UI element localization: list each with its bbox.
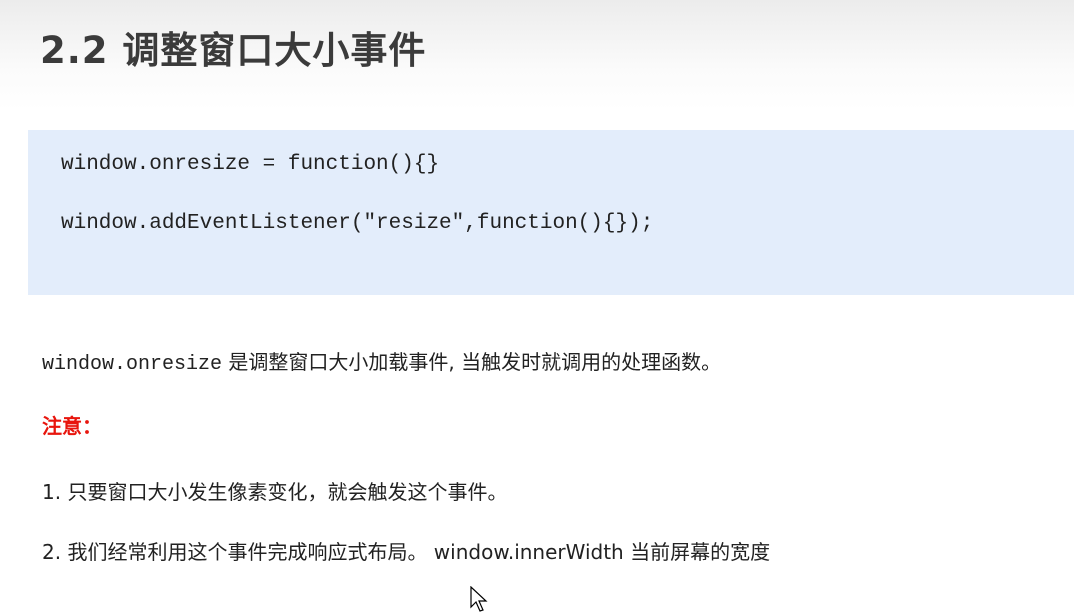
mouse-cursor-icon bbox=[470, 586, 488, 612]
code-block: window.onresize = function(){} window.ad… bbox=[28, 130, 1074, 295]
note-item: 2. 我们经常利用这个事件完成响应式布局。 window.innerWidth … bbox=[42, 540, 771, 564]
note-label: 注意： bbox=[42, 414, 102, 438]
page-title: 2.2 调整窗口大小事件 bbox=[40, 29, 427, 72]
description-text: 是调整窗口大小加载事件, 当触发时就调用的处理函数。 bbox=[222, 350, 722, 374]
code-line: window.addEventListener("resize",functio… bbox=[61, 212, 654, 235]
code-line: window.onresize = function(){} bbox=[61, 153, 440, 176]
description: window.onresize 是调整窗口大小加载事件, 当触发时就调用的处理函… bbox=[42, 346, 721, 376]
description-code: window.onresize bbox=[42, 353, 223, 376]
note-item: 1. 只要窗口大小发生像素变化，就会触发这个事件。 bbox=[42, 480, 508, 504]
